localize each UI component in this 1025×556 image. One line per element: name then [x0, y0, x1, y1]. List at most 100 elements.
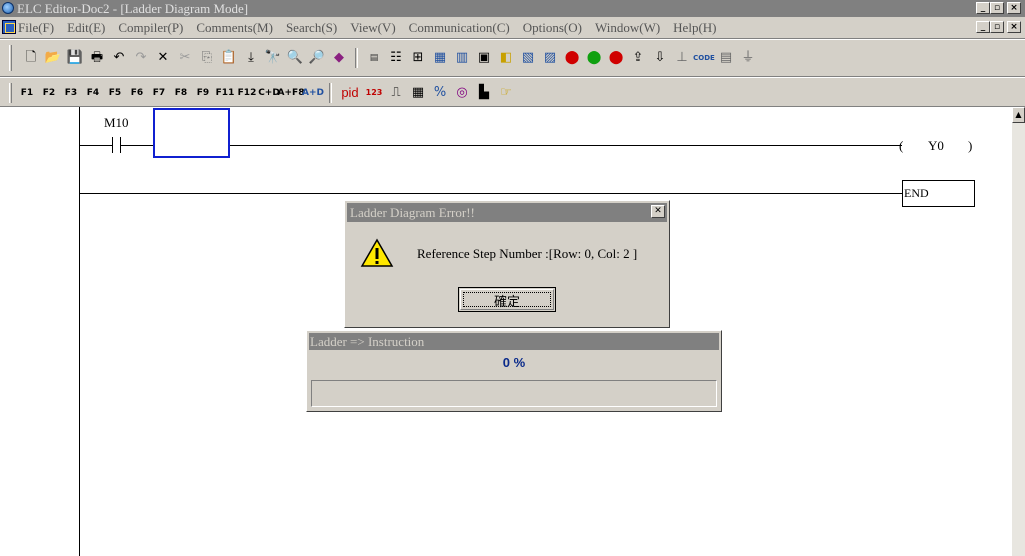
- ok-button[interactable]: 確定: [458, 287, 556, 312]
- vertical-scrollbar[interactable]: ▲: [1012, 107, 1025, 556]
- doc-minimize-button[interactable]: _: [976, 21, 990, 33]
- sfc-icon[interactable]: ▦: [431, 49, 449, 67]
- eraser-icon[interactable]: ◆: [330, 49, 348, 67]
- maximize-button[interactable]: ▫: [990, 2, 1004, 14]
- error-dialog-title: Ladder Diagram Error!!: [347, 203, 667, 222]
- copy-icon[interactable]: ⎘: [198, 49, 216, 67]
- f7-application-instr-button[interactable]: F7: [150, 84, 168, 102]
- progress-percent: 0 %: [502, 355, 526, 370]
- f2-nc-contact-button[interactable]: F2: [40, 84, 58, 102]
- error-dialog: Ladder Diagram Error!! ✕ Reference Step …: [344, 200, 670, 328]
- toolbar-separator: [329, 83, 332, 103]
- table-icon[interactable]: ▣: [475, 49, 493, 67]
- toolbar-grip[interactable]: [9, 83, 12, 103]
- menu-view[interactable]: View(V): [350, 20, 395, 36]
- stop-icon[interactable]: ⬤: [607, 49, 625, 67]
- contact-icon[interactable]: ⊥: [673, 49, 691, 67]
- window-title: ELC Editor-Doc2 - [Ladder Diagram Mode]: [17, 1, 249, 16]
- error-dialog-close-button[interactable]: ✕: [651, 205, 665, 218]
- menu-options[interactable]: Options(O): [523, 20, 582, 36]
- rung-line: [230, 145, 902, 146]
- document-icon[interactable]: [2, 20, 16, 34]
- waveform-icon[interactable]: ⎍: [387, 84, 405, 102]
- globe-icon[interactable]: ◎: [453, 84, 471, 102]
- menu-search[interactable]: Search(S): [286, 20, 337, 36]
- coil-close-paren: ): [968, 138, 973, 153]
- menu-window[interactable]: Window(W): [595, 20, 660, 36]
- lo-end-icon[interactable]: ▤: [365, 49, 383, 67]
- ladder-toolbar: F1 F2 F3 F4 F5 F6 F7 F8 F9 F11 F12 C+D A…: [0, 77, 1025, 107]
- new-icon[interactable]: 🗋: [22, 49, 40, 67]
- warning-icon: [360, 238, 394, 267]
- f6-application-button[interactable]: F6: [128, 84, 146, 102]
- paste-icon[interactable]: 📋: [220, 49, 238, 67]
- redo-icon[interactable]: ↷: [132, 49, 150, 67]
- menu-edit[interactable]: Edit(E): [67, 20, 105, 36]
- doc-restore-button[interactable]: ▫: [990, 21, 1004, 33]
- chart-icon[interactable]: ▙: [475, 84, 493, 102]
- cut-icon[interactable]: ✂: [176, 49, 194, 67]
- run-icon[interactable]: ⬤: [585, 49, 603, 67]
- find-icon[interactable]: 🔭: [264, 49, 282, 67]
- instruction-list-icon[interactable]: ☷: [387, 49, 405, 67]
- f5-coil-button[interactable]: F5: [106, 84, 124, 102]
- f11-pulse-up-button[interactable]: F11: [216, 84, 235, 102]
- a-f8-insert-button[interactable]: A+F8: [278, 84, 305, 102]
- doc-close-button[interactable]: ×: [1007, 21, 1021, 33]
- menu-bar: File(F) Edit(E) Compiler(P) Comments(M) …: [0, 17, 1025, 39]
- zoom-out-icon[interactable]: 🔎: [308, 49, 326, 67]
- menu-file[interactable]: File(F): [18, 20, 54, 36]
- tag-icon[interactable]: ◧: [497, 49, 515, 67]
- save-icon[interactable]: 💾: [66, 49, 84, 67]
- f4-falling-contact-button[interactable]: F4: [84, 84, 102, 102]
- ladder-icon[interactable]: ⊞: [409, 49, 427, 67]
- f12-pulse-down-button[interactable]: F12: [238, 84, 257, 102]
- progress-bar: [311, 380, 717, 407]
- undo-icon[interactable]: ↶: [110, 49, 128, 67]
- stop-red-icon[interactable]: ⬤: [563, 49, 581, 67]
- download-icon[interactable]: ⇩: [651, 49, 669, 67]
- c-d-delete-button[interactable]: C+D: [258, 84, 280, 102]
- code-icon[interactable]: CODE: [693, 49, 715, 67]
- menu-communication[interactable]: Communication(C): [409, 20, 510, 36]
- toolbar-grip[interactable]: [9, 45, 12, 71]
- minimize-button[interactable]: _: [976, 2, 990, 14]
- open-icon[interactable]: 📂: [44, 49, 62, 67]
- f9-vertical-line-button[interactable]: F9: [194, 84, 212, 102]
- monitor-icon[interactable]: ▥: [453, 49, 471, 67]
- error-message: Reference Step Number :[Row: 0, Col: 2 ]: [417, 246, 638, 261]
- f1-no-contact-button[interactable]: F1: [18, 84, 36, 102]
- binary-icon[interactable]: ▤: [717, 49, 735, 67]
- upload-icon[interactable]: ⇪: [629, 49, 647, 67]
- pointer-icon[interactable]: ☞: [497, 84, 515, 102]
- rung-line: [80, 145, 112, 146]
- f8-horizontal-line-button[interactable]: F8: [172, 84, 190, 102]
- zoom-in-icon[interactable]: 🔍: [286, 49, 304, 67]
- f3-rising-contact-button[interactable]: F3: [62, 84, 80, 102]
- module-icon[interactable]: ▨: [541, 49, 559, 67]
- menu-comments[interactable]: Comments(M): [196, 20, 273, 36]
- menu-compiler[interactable]: Compiler(P): [118, 20, 183, 36]
- close-button[interactable]: ×: [1007, 2, 1021, 14]
- number-123-button[interactable]: 123: [365, 84, 383, 102]
- app-icon[interactable]: [2, 2, 14, 14]
- paste-special-icon[interactable]: ⤓: [242, 49, 260, 67]
- ok-button-label: 確定: [493, 295, 520, 310]
- print-icon[interactable]: 🖶: [88, 49, 106, 67]
- a-d-delete-line-button[interactable]: A+D: [302, 84, 324, 102]
- scroll-up-button[interactable]: ▲: [1012, 107, 1025, 123]
- ladder-cursor[interactable]: [153, 108, 230, 158]
- progress-dialog-title: Ladder => Instruction: [309, 333, 719, 350]
- transfer-icon[interactable]: ⏚: [739, 49, 757, 67]
- delete-icon[interactable]: ✕: [154, 49, 172, 67]
- percent-icon[interactable]: %: [431, 84, 449, 102]
- left-power-rail: [79, 107, 80, 556]
- coil-open-paren: (: [899, 138, 904, 153]
- grid-icon[interactable]: ▦: [409, 84, 427, 102]
- io-icon[interactable]: ▧: [519, 49, 537, 67]
- menu-help[interactable]: Help(H): [673, 20, 716, 36]
- pid-button[interactable]: pid: [339, 84, 361, 102]
- title-bar: ELC Editor-Doc2 - [Ladder Diagram Mode] …: [0, 0, 1025, 17]
- standard-toolbar: 🗋 📂 💾 🖶 ↶ ↷ ✕ ✂ ⎘ 📋 ⤓ 🔭 🔍 🔎 ◆ ▤ ☷ ⊞ ▦ ▥ …: [0, 39, 1025, 77]
- end-instruction[interactable]: END: [902, 180, 975, 207]
